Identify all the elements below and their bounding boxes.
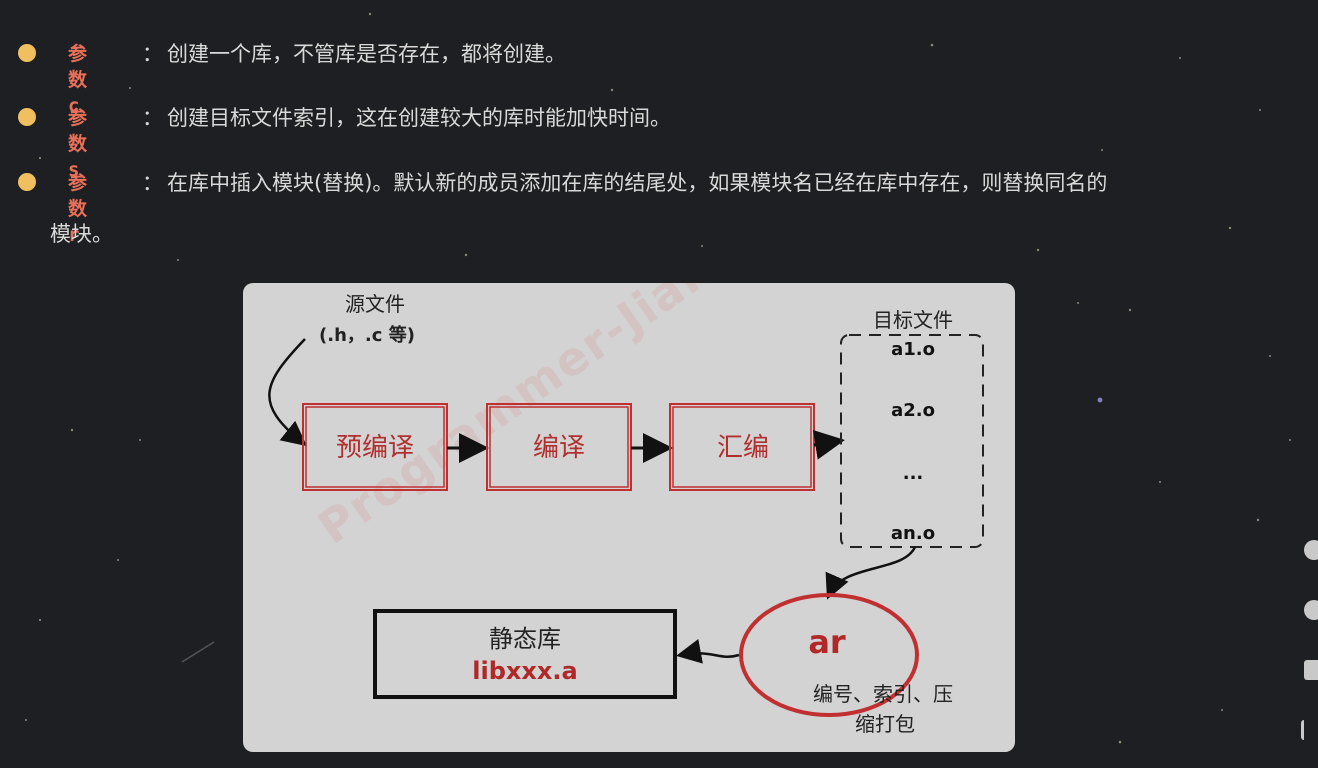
bullet-icon bbox=[18, 44, 36, 62]
param-description: 在库中插入模块(替换)。默认新的成员添加在库的结尾处，如果模块名已经在库中存在，… bbox=[167, 171, 1108, 195]
bullet-icon bbox=[18, 108, 36, 126]
object-files-box bbox=[840, 334, 984, 548]
source-arrow bbox=[268, 338, 307, 447]
source-files-extensions: (.h，.c 等) bbox=[319, 324, 415, 346]
flow-arrow bbox=[812, 429, 845, 460]
ar-tool-label: ar bbox=[808, 623, 846, 661]
param-description: 创建一个库，不管库是否存在，都将创建。 bbox=[167, 42, 566, 66]
back-to-top-icon[interactable] bbox=[1301, 720, 1318, 740]
param-separator: ： bbox=[142, 171, 163, 195]
step-label-compile: 编译 bbox=[533, 433, 585, 463]
archive-arrow bbox=[825, 546, 917, 600]
article-page: 参数c ： 创建一个库，不管库是否存在，都将创建。 参数s ： 创建目标文件索引… bbox=[0, 0, 1318, 768]
ar-tool-description: 编号、索引、压 bbox=[813, 682, 953, 706]
object-files-title: 目标文件 bbox=[873, 308, 953, 332]
object-file: an.o bbox=[891, 523, 935, 544]
object-file: a2.o bbox=[891, 400, 935, 421]
step-label-precompile: 预编译 bbox=[336, 433, 414, 463]
ar-tool-description: 缩打包 bbox=[855, 712, 915, 736]
param-separator: ： bbox=[142, 42, 163, 66]
param-description-continuation: 模块。 bbox=[50, 222, 113, 246]
comment-icon[interactable] bbox=[1304, 600, 1318, 620]
param-separator: ： bbox=[142, 106, 163, 130]
gear-icon[interactable] bbox=[1304, 540, 1318, 560]
object-file: a1.o bbox=[891, 339, 935, 360]
static-library-diagram: Programmer-Jiangwen.cn 爱编程的大丙 源文件 (.h，.c… bbox=[243, 283, 1015, 752]
step-label-assemble: 汇编 bbox=[717, 433, 769, 463]
barrage-icon[interactable] bbox=[1304, 660, 1318, 680]
source-files-title: 源文件 bbox=[345, 292, 405, 316]
static-library-name: libxxx.a bbox=[472, 657, 577, 685]
static-library-title: 静态库 bbox=[489, 625, 561, 653]
bullet-icon bbox=[18, 173, 36, 191]
param-description: 创建目标文件索引，这在创建较大的库时能加快时间。 bbox=[167, 106, 671, 130]
library-arrow bbox=[676, 639, 740, 664]
object-file: ... bbox=[903, 463, 924, 484]
